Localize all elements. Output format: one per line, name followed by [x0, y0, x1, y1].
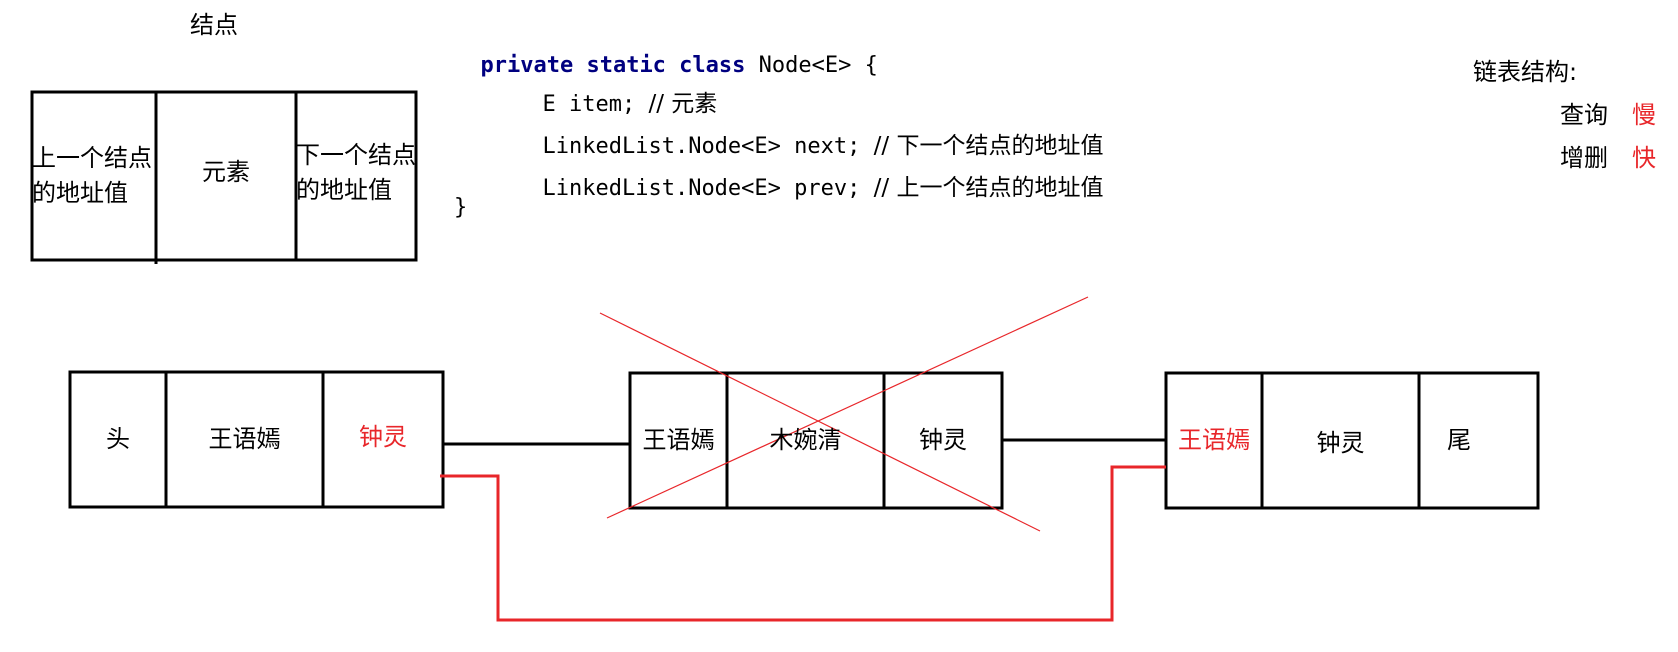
code-prev-field: LinkedList.Node<E> prev;	[542, 176, 874, 201]
legend-prev-cell: 上一个结点 的地址值	[32, 92, 156, 260]
node-3-tail: 尾	[1447, 426, 1471, 455]
node-2-element: 木婉清	[769, 426, 842, 455]
node-2-next: 钟灵	[919, 426, 967, 455]
query-label: 查询	[1560, 101, 1608, 129]
node-1-head: 头	[106, 425, 130, 454]
legend-element-cell: 元素	[202, 157, 250, 186]
modify-label: 增删	[1560, 144, 1608, 172]
query-value: 慢	[1632, 101, 1656, 129]
legend-prev-line2: 的地址值	[32, 179, 128, 207]
code-class-name: Node<E> {	[745, 53, 878, 78]
code-line-5: }	[454, 195, 468, 220]
list-structure-title: 链表结构:	[1473, 58, 1578, 86]
code-line-3: LinkedList.Node<E> next; // 下一个结点的地址值	[516, 113, 1104, 158]
node-2-prev: 王语嫣	[642, 426, 715, 455]
node-legend-title: 结点	[190, 11, 238, 39]
node-1-next: 钟灵	[359, 422, 407, 451]
legend-next-cell: 下一个结点 的地址值	[296, 92, 416, 254]
node-1-element: 王语嫣	[208, 425, 281, 454]
legend-next-line2: 的地址值	[296, 176, 392, 204]
code-line-2: E item; // 元素	[516, 71, 718, 116]
node-3-element: 钟灵	[1316, 428, 1365, 457]
code-prev-comment: // 上一个结点的地址值	[873, 175, 1104, 201]
node-3-prev: 王语嫣	[1178, 426, 1250, 455]
modify-value: 快	[1632, 144, 1656, 172]
legend-prev-line1: 上一个结点	[32, 144, 152, 173]
code-line-4: LinkedList.Node<E> prev; // 上一个结点的地址值	[516, 155, 1104, 201]
legend-next-line1: 下一个结点	[296, 141, 416, 170]
